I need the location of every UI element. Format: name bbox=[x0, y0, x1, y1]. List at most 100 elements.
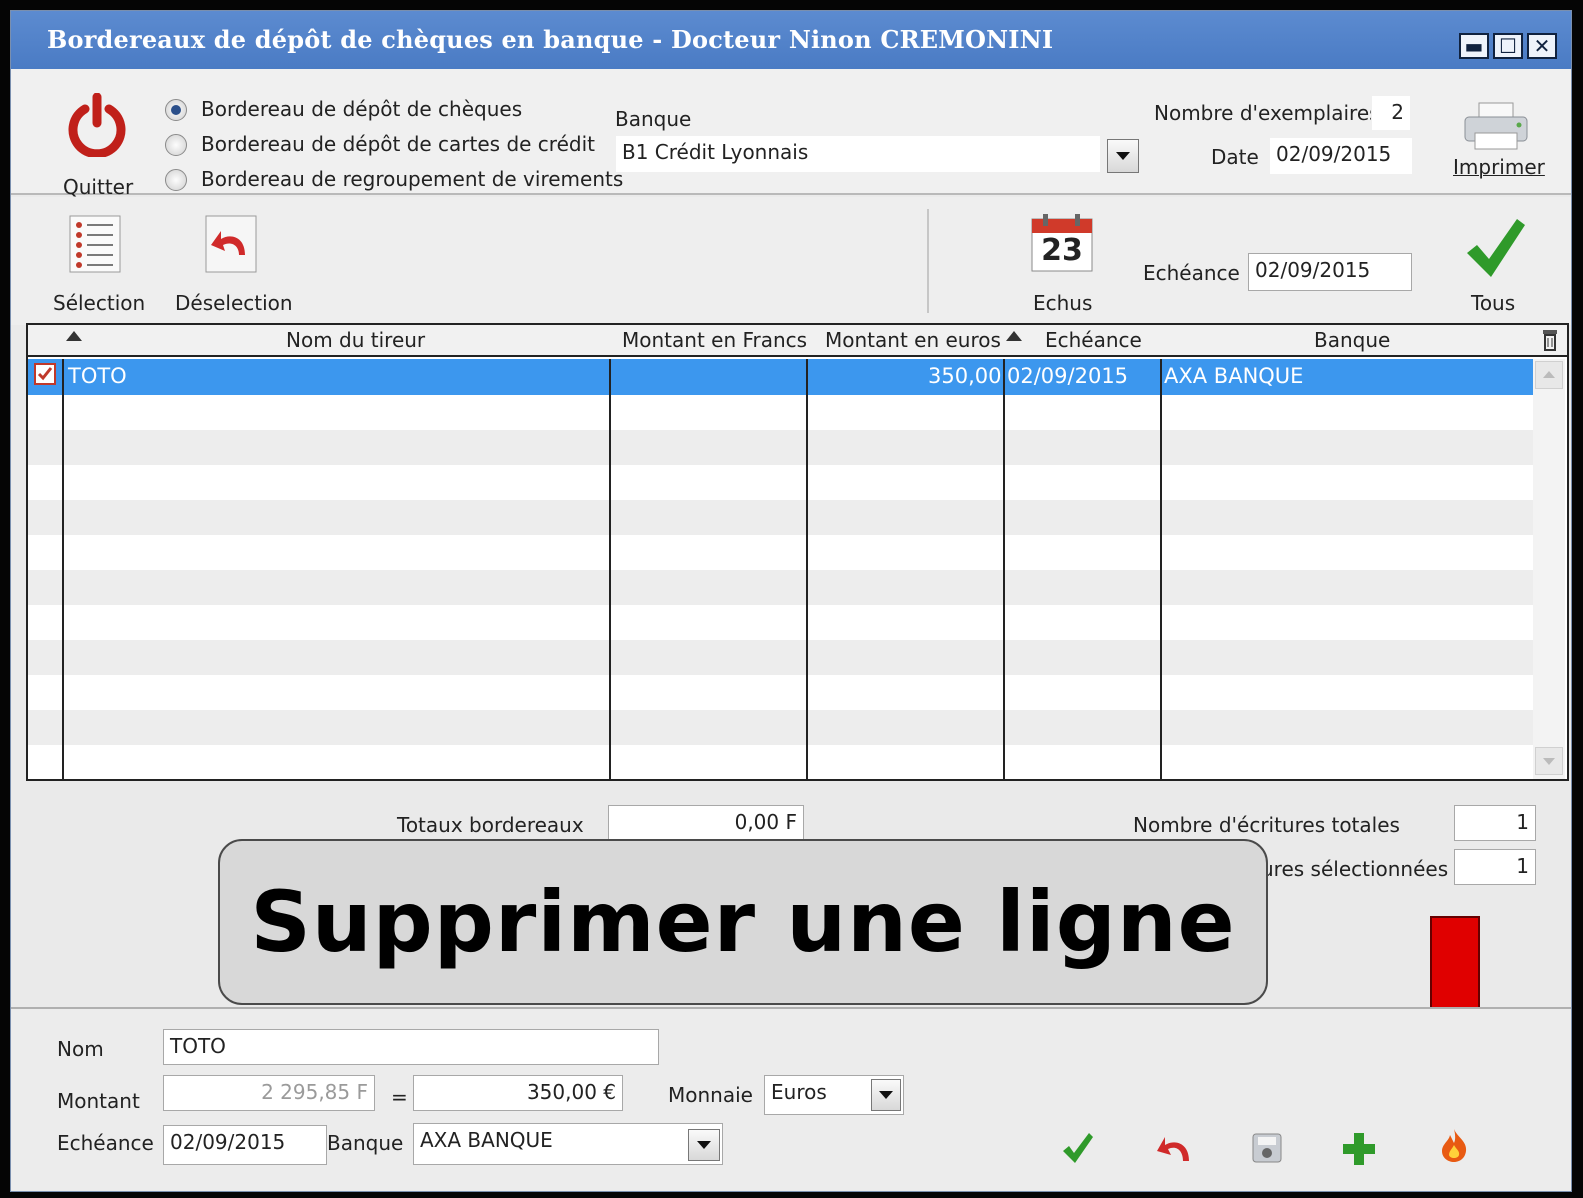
monnaie-dropdown-button[interactable] bbox=[871, 1079, 901, 1111]
copies-label: Nombre d'exemplaires: bbox=[1154, 101, 1387, 125]
power-icon bbox=[68, 93, 126, 157]
column-divider bbox=[1003, 359, 1005, 779]
col-montant-francs[interactable]: Montant en Francs bbox=[622, 328, 807, 352]
cell-echeance: 02/09/2015 bbox=[1007, 364, 1129, 388]
print-label: Imprimer bbox=[1453, 155, 1545, 179]
date-label: Date bbox=[1211, 145, 1259, 169]
echus-label: Echus bbox=[1033, 291, 1093, 315]
cheques-table: Nom du tireur Montant en Francs Montant … bbox=[26, 323, 1569, 781]
maximize-button[interactable]: ☐ bbox=[1493, 33, 1523, 59]
column-divider bbox=[62, 359, 64, 779]
table-row[interactable] bbox=[28, 465, 1533, 500]
annotation-callout: Supprimer une ligne bbox=[218, 839, 1268, 1005]
window-title: Bordereaux de dépôt de chèques en banque… bbox=[47, 25, 1054, 54]
selection-label: Sélection bbox=[53, 291, 146, 315]
echeance-label: Echéance bbox=[57, 1131, 154, 1155]
sort-echeance-icon[interactable] bbox=[1006, 331, 1022, 341]
col-montant-euros[interactable]: Montant en euros bbox=[825, 328, 1001, 352]
copies-input[interactable]: 2 bbox=[1371, 95, 1411, 131]
totaux-label: Totaux bordereaux bbox=[397, 813, 584, 837]
nb-totales-value: 1 bbox=[1454, 805, 1536, 841]
table-row[interactable] bbox=[28, 395, 1533, 430]
tous-label: Tous bbox=[1471, 291, 1516, 315]
col-echeance[interactable]: Echéance bbox=[1045, 328, 1142, 352]
montant-francs-input[interactable]: 2 295,85 F bbox=[163, 1075, 375, 1111]
window-controls: ▬ ☐ ✕ bbox=[1459, 33, 1557, 59]
montant-euros-input[interactable]: 350,00 € bbox=[413, 1075, 623, 1111]
options-bar: Quitter Bordereau de dépôt de chèques Bo… bbox=[11, 69, 1571, 199]
trash-icon[interactable] bbox=[1542, 329, 1558, 351]
table-row[interactable] bbox=[28, 605, 1533, 640]
printer-icon bbox=[1464, 102, 1528, 150]
nb-totales-label: Nombre d'écritures totales bbox=[1133, 813, 1400, 837]
bank-label: Banque bbox=[615, 107, 692, 131]
echeance-input[interactable]: 02/09/2015 bbox=[163, 1125, 327, 1165]
row-checkbox[interactable] bbox=[34, 363, 56, 385]
table-row[interactable] bbox=[28, 535, 1533, 570]
banque-dropdown-button[interactable] bbox=[688, 1129, 720, 1161]
table-row[interactable] bbox=[28, 745, 1533, 779]
deselection-label: Déselection bbox=[175, 291, 293, 315]
nb-selected-value: 1 bbox=[1454, 849, 1536, 885]
equals-sign: = bbox=[391, 1085, 408, 1109]
table-scrollbar[interactable] bbox=[1533, 359, 1565, 779]
bank-dropdown-button[interactable] bbox=[1107, 139, 1139, 173]
col-nom-tireur[interactable]: Nom du tireur bbox=[286, 328, 425, 352]
totaux-value: 0,00 F bbox=[608, 805, 804, 841]
radio-regroupement-virements-label: Bordereau de regroupement de virements bbox=[201, 167, 624, 191]
table-row[interactable] bbox=[28, 500, 1533, 535]
validate-icon[interactable] bbox=[1061, 1131, 1095, 1165]
table-row[interactable] bbox=[28, 675, 1533, 710]
cell-nom: TOTO bbox=[68, 364, 127, 388]
radio-depot-cheques[interactable] bbox=[165, 99, 187, 121]
tous-button[interactable]: Tous bbox=[1457, 215, 1537, 317]
undo-icon[interactable] bbox=[1155, 1133, 1193, 1163]
radio-depot-cheques-label: Bordereau de dépôt de chèques bbox=[201, 97, 523, 121]
radio-depot-cartes[interactable] bbox=[165, 134, 187, 156]
nb-selected-label: ures sélectionnées bbox=[1261, 857, 1449, 881]
undo-icon bbox=[205, 215, 257, 273]
disk-icon[interactable] bbox=[1252, 1133, 1282, 1163]
quit-label: Quitter bbox=[63, 175, 134, 199]
minimize-button[interactable]: ▬ bbox=[1459, 33, 1489, 59]
table-header: Nom du tireur Montant en Francs Montant … bbox=[28, 325, 1567, 357]
toolbar-echeance-input[interactable]: 02/09/2015 bbox=[1248, 253, 1412, 291]
selection-button[interactable]: Sélection bbox=[47, 215, 147, 315]
echus-button[interactable]: 23 Echus bbox=[1023, 213, 1103, 317]
add-icon[interactable] bbox=[1341, 1131, 1377, 1167]
checkmark-icon bbox=[1467, 219, 1525, 277]
scroll-down-button[interactable] bbox=[1535, 747, 1563, 775]
print-button[interactable]: Imprimer bbox=[1447, 93, 1547, 193]
annotation-text: Supprimer une ligne bbox=[250, 873, 1236, 971]
edit-form: Nom TOTO Montant 2 295,85 F = 350,00 € M… bbox=[11, 1007, 1571, 1191]
toolbar-separator bbox=[927, 209, 929, 313]
quit-button[interactable]: Quitter bbox=[51, 89, 141, 199]
scroll-up-button[interactable] bbox=[1535, 361, 1563, 389]
bank-select[interactable]: B1 Crédit Lyonnais bbox=[615, 135, 1101, 173]
nom-input[interactable]: TOTO bbox=[163, 1029, 659, 1065]
flame-icon[interactable] bbox=[1439, 1127, 1469, 1163]
calendar-day: 23 bbox=[1041, 233, 1083, 268]
deselection-button[interactable]: Déselection bbox=[173, 215, 293, 315]
column-divider bbox=[609, 359, 611, 779]
table-row[interactable] bbox=[28, 570, 1533, 605]
column-divider bbox=[806, 359, 808, 779]
close-button[interactable]: ✕ bbox=[1527, 33, 1557, 59]
monnaie-label: Monnaie bbox=[668, 1083, 753, 1107]
list-icon bbox=[69, 215, 121, 273]
sort-up-icon[interactable] bbox=[66, 331, 82, 341]
table-row[interactable] bbox=[28, 710, 1533, 745]
col-banque[interactable]: Banque bbox=[1314, 328, 1390, 352]
table-row-selected[interactable]: TOTO 350,00 02/09/2015 AXA BANQUE bbox=[28, 359, 1533, 395]
table-row[interactable] bbox=[28, 640, 1533, 675]
column-divider bbox=[1160, 359, 1162, 779]
nom-label: Nom bbox=[57, 1037, 104, 1061]
selection-toolbar: Sélection Déselection 23 Echus Echéance … bbox=[11, 197, 1571, 325]
radio-regroupement-virements[interactable] bbox=[165, 169, 187, 191]
table-row[interactable] bbox=[28, 430, 1533, 465]
cell-banque: AXA BANQUE bbox=[1164, 364, 1304, 388]
date-input[interactable]: 02/09/2015 bbox=[1269, 137, 1413, 175]
toolbar-echeance-label: Echéance bbox=[1143, 261, 1240, 285]
banque-select[interactable]: AXA BANQUE bbox=[413, 1123, 723, 1165]
banque-label: Banque bbox=[327, 1131, 404, 1155]
